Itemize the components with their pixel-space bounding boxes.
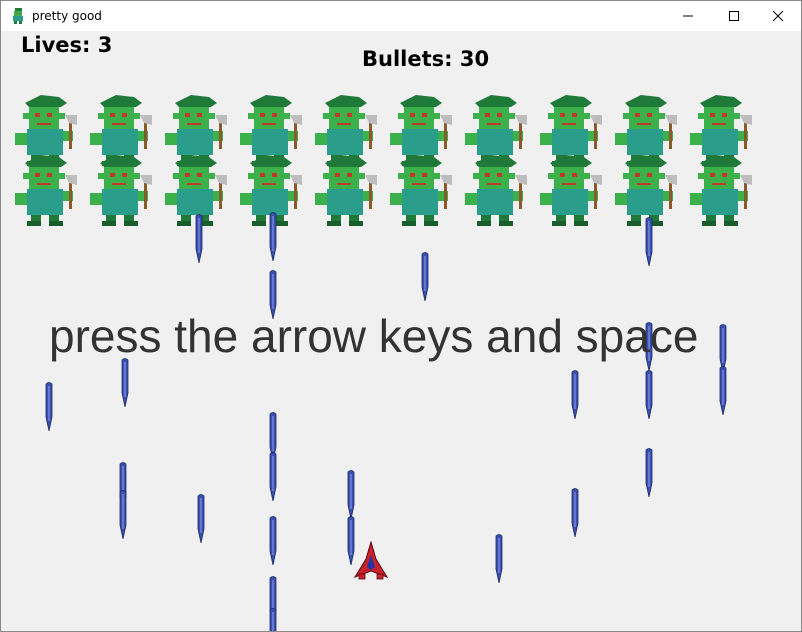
enemy-bullet — [571, 487, 579, 538]
enemy-bullet — [719, 365, 727, 416]
enemy-bullet — [197, 493, 205, 544]
enemy-bullet — [45, 381, 53, 432]
window-title: pretty good — [32, 9, 102, 23]
enemy-bullet — [269, 451, 277, 502]
goblin-enemy — [461, 153, 531, 229]
enemy-bullet — [195, 213, 203, 264]
goblin-icon — [10, 8, 26, 24]
goblin-enemy — [11, 153, 81, 229]
title-bar[interactable]: pretty good — [1, 1, 801, 31]
enemy-bullet — [645, 447, 653, 498]
goblin-enemy — [86, 153, 156, 229]
game-canvas[interactable]: Lives: 3 Bullets: 30 press the arrow key… — [1, 31, 801, 631]
enemy-bullet — [571, 369, 579, 420]
enemy-bullet — [269, 515, 277, 566]
enemy-bullet — [495, 533, 503, 584]
enemy-bullet — [121, 357, 129, 408]
enemy-bullet — [645, 369, 653, 420]
minimize-button[interactable] — [665, 1, 711, 31]
enemy-bullet — [421, 251, 429, 302]
goblin-enemy — [386, 153, 456, 229]
goblin-enemy — [686, 153, 756, 229]
bullets-counter: Bullets: 30 — [362, 47, 490, 71]
goblin-enemy — [536, 153, 606, 229]
close-icon — [772, 10, 784, 22]
player-ship — [353, 540, 389, 581]
close-button[interactable] — [755, 1, 801, 31]
enemy-bullet — [645, 216, 653, 267]
maximize-icon — [728, 10, 740, 22]
instruction-text: press the arrow keys and space — [49, 310, 699, 362]
maximize-button[interactable] — [711, 1, 757, 31]
game-window: pretty good Lives: 3 Bullets: 30 press t… — [0, 0, 802, 632]
lives-counter: Lives: 3 — [21, 33, 113, 57]
goblin-enemy — [311, 153, 381, 229]
minimize-icon — [682, 10, 694, 22]
enemy-bullet — [119, 489, 127, 540]
enemy-bullet — [269, 211, 277, 262]
enemy-bullet — [269, 607, 277, 631]
enemy-bullet — [347, 469, 355, 520]
